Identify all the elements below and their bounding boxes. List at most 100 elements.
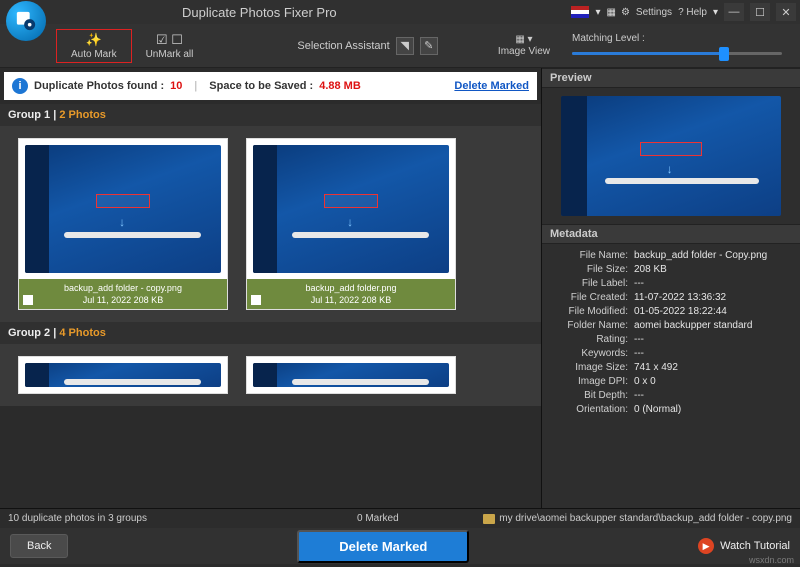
title-bar: Duplicate Photos Fixer Pro ▾ ▦ ⚙ Setting… bbox=[0, 0, 800, 24]
metadata-row: File Label:--- bbox=[548, 276, 794, 290]
metadata-table: File Name:backup_add folder - Copy.pngFi… bbox=[542, 244, 800, 418]
help-dropdown-icon[interactable]: ▾ bbox=[713, 7, 718, 18]
metadata-row: Orientation:0 (Normal) bbox=[548, 402, 794, 416]
metadata-key: Bit Depth: bbox=[548, 390, 634, 401]
thumbnail-image bbox=[19, 357, 227, 393]
auto-mark-button[interactable]: ✨ Auto Mark bbox=[56, 29, 132, 63]
metadata-row: Rating:--- bbox=[548, 332, 794, 346]
space-label: Space to be Saved : bbox=[209, 80, 313, 92]
unmark-all-button[interactable]: ☑ ☐ UnMark all bbox=[132, 29, 208, 63]
thumbnail-card[interactable] bbox=[246, 356, 456, 394]
metadata-row: Folder Name:aomei backupper standard bbox=[548, 318, 794, 332]
group-1-prefix: Group 1 bbox=[8, 109, 50, 121]
metadata-key: Orientation: bbox=[548, 404, 634, 415]
maximize-button[interactable]: ☐ bbox=[750, 3, 770, 21]
found-count: 10 bbox=[170, 80, 182, 92]
thumbnail-filename: backup_add folder.png bbox=[249, 283, 453, 293]
thumbnail-checkbox[interactable] bbox=[23, 295, 33, 305]
thumbnail-image bbox=[247, 357, 455, 393]
metadata-value: --- bbox=[634, 334, 794, 345]
metadata-key: File Label: bbox=[548, 278, 634, 289]
thumbnail-meta: backup_add folder - copy.png Jul 11, 202… bbox=[19, 279, 227, 309]
group-1-count: 2 Photos bbox=[59, 109, 105, 121]
status-summary: 10 duplicate photos in 3 groups bbox=[8, 513, 147, 524]
metadata-value: 0 x 0 bbox=[634, 376, 794, 387]
metadata-key: File Size: bbox=[548, 264, 634, 275]
metadata-section-label: Metadata bbox=[542, 224, 800, 244]
close-button[interactable]: ✕ bbox=[776, 3, 796, 21]
metadata-row: Bit Depth:--- bbox=[548, 388, 794, 402]
info-separator: | bbox=[194, 80, 197, 92]
group-1-thumbs: ↓ backup_add folder - copy.png Jul 11, 2… bbox=[0, 126, 541, 322]
group-2-prefix: Group 2 bbox=[8, 327, 50, 339]
thumbnail-details: Jul 11, 2022 208 KB bbox=[21, 295, 225, 305]
auto-mark-label: Auto Mark bbox=[71, 49, 117, 60]
metadata-value: --- bbox=[634, 390, 794, 401]
thumbnail-details: Jul 11, 2022 208 KB bbox=[249, 295, 453, 305]
language-flag-icon[interactable] bbox=[571, 6, 589, 18]
metadata-value: 01-05-2022 18:22:44 bbox=[634, 306, 794, 317]
metadata-value: 741 x 492 bbox=[634, 362, 794, 373]
metadata-key: Keywords: bbox=[548, 348, 634, 359]
unmark-all-label: UnMark all bbox=[146, 49, 194, 60]
group-2-header[interactable]: Group 2 | 4 Photos bbox=[0, 322, 541, 344]
watermark: wsxdn.com bbox=[749, 555, 794, 565]
status-marked: 0 Marked bbox=[357, 513, 399, 524]
thumbnail-image: ↓ bbox=[19, 139, 227, 279]
status-path: my drive\aomei backupper standard\backup… bbox=[499, 513, 792, 524]
metadata-key: File Created: bbox=[548, 292, 634, 303]
selection-tool-2-button[interactable]: ✎ bbox=[420, 37, 438, 55]
info-icon: i bbox=[12, 78, 28, 94]
unmark-icon: ☑ ☐ bbox=[156, 32, 183, 48]
thumbnail-card[interactable] bbox=[18, 356, 228, 394]
matching-level-slider[interactable] bbox=[572, 47, 782, 59]
metadata-row: Keywords:--- bbox=[548, 346, 794, 360]
settings-gear-icon[interactable]: ⚙ bbox=[621, 7, 630, 18]
image-view-label: Image View bbox=[498, 46, 550, 57]
image-view-button[interactable]: ▦ ▾ Image View bbox=[498, 34, 550, 57]
found-label: Duplicate Photos found : bbox=[34, 80, 164, 92]
metadata-row: File Size:208 KB bbox=[548, 262, 794, 276]
minimize-button[interactable]: — bbox=[724, 3, 744, 21]
bottom-bar: Back Delete Marked ▶ Watch Tutorial bbox=[0, 528, 800, 564]
metadata-key: Rating: bbox=[548, 334, 634, 345]
metadata-row: File Created:11-07-2022 13:36:32 bbox=[548, 290, 794, 304]
grid-icon: ▦ ▾ bbox=[515, 34, 532, 45]
metadata-value: backup_add folder - Copy.png bbox=[634, 250, 794, 261]
thumbnail-filename: backup_add folder - copy.png bbox=[21, 283, 225, 293]
metadata-row: Image DPI:0 x 0 bbox=[548, 374, 794, 388]
preview-area: ↓ bbox=[542, 88, 800, 224]
delete-marked-link[interactable]: Delete Marked bbox=[454, 80, 529, 92]
group-2-thumbs bbox=[0, 344, 541, 406]
metadata-row: File Modified:01-05-2022 18:22:44 bbox=[548, 304, 794, 318]
metadata-key: File Name: bbox=[548, 250, 634, 261]
preview-image: ↓ bbox=[561, 96, 781, 216]
selection-tool-1-button[interactable]: ◥ bbox=[396, 37, 414, 55]
group-1-header[interactable]: Group 1 | 2 Photos bbox=[0, 104, 541, 126]
watch-tutorial-label: Watch Tutorial bbox=[720, 540, 790, 552]
group-2-count: 4 Photos bbox=[59, 327, 105, 339]
thumbnail-image: ↓ bbox=[247, 139, 455, 279]
language-dropdown-icon[interactable]: ▾ bbox=[595, 7, 600, 18]
help-label[interactable]: ? Help bbox=[678, 7, 707, 18]
app-logo-icon bbox=[6, 1, 46, 41]
metadata-row: File Name:backup_add folder - Copy.png bbox=[548, 248, 794, 262]
watch-tutorial-button[interactable]: ▶ Watch Tutorial bbox=[698, 538, 790, 554]
space-value: 4.88 MB bbox=[319, 80, 361, 92]
thumbnail-meta: backup_add folder.png Jul 11, 2022 208 K… bbox=[247, 279, 455, 309]
thumbnail-card[interactable]: ↓ backup_add folder.png Jul 11, 2022 208… bbox=[246, 138, 456, 310]
thumbnail-checkbox[interactable] bbox=[251, 295, 261, 305]
back-button[interactable]: Back bbox=[10, 534, 68, 558]
selection-assistant-label: Selection Assistant bbox=[297, 40, 389, 52]
settings-label[interactable]: Settings bbox=[636, 7, 672, 18]
delete-marked-button[interactable]: Delete Marked bbox=[297, 530, 469, 563]
folder-icon bbox=[483, 514, 495, 524]
wand-icon: ✨ bbox=[86, 32, 102, 48]
grid-options-icon[interactable]: ▦ bbox=[607, 7, 615, 18]
metadata-value: aomei backupper standard bbox=[634, 320, 794, 331]
details-pane: Preview ↓ Metadata File Name:backup_add … bbox=[542, 68, 800, 508]
metadata-value: --- bbox=[634, 348, 794, 359]
app-title: Duplicate Photos Fixer Pro bbox=[182, 5, 337, 20]
matching-level-label: Matching Level : bbox=[572, 33, 782, 44]
thumbnail-card[interactable]: ↓ backup_add folder - copy.png Jul 11, 2… bbox=[18, 138, 228, 310]
